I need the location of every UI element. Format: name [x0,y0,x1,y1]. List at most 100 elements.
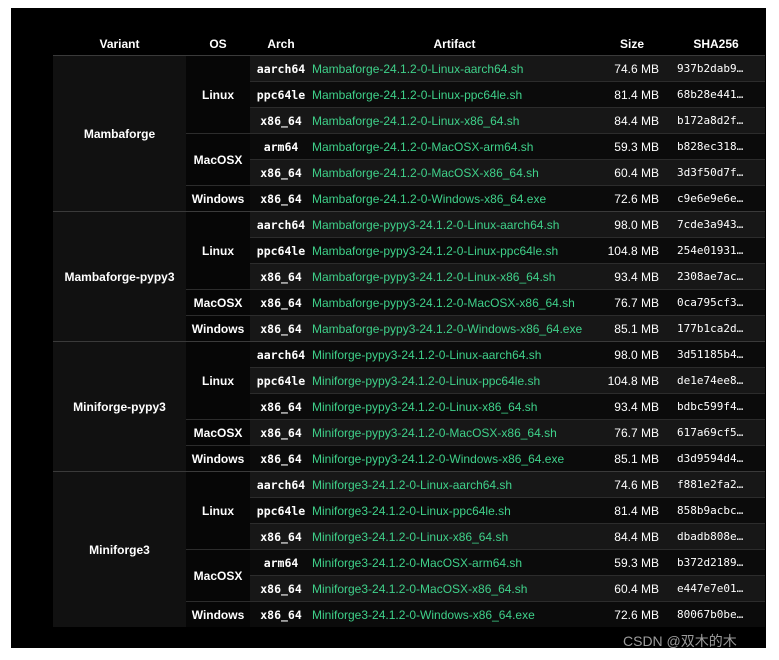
artifact-cell: Mambaforge-pypy3-24.1.2-0-Linux-ppc64le.… [312,237,597,264]
table-body: Mambaforge Linux aarch64 Mambaforge-24.1.2-… [53,55,765,627]
os-cell: Linux [186,341,250,420]
variant-cell: Miniforge-pypy3 [53,341,186,472]
os-cell: Windows [186,185,250,212]
size-cell: 74.6 MB [597,471,667,498]
artifact-link[interactable]: Mambaforge-pypy3-24.1.2-0-Linux-ppc64le.… [312,244,558,258]
artifact-link[interactable]: Mambaforge-pypy3-24.1.2-0-MacOSX-x86_64.… [312,296,575,310]
artifact-cell: Miniforge3-24.1.2-0-MacOSX-x86_64.sh [312,575,597,602]
size-cell: 76.7 MB [597,289,667,316]
size-cell: 74.6 MB [597,55,667,82]
size-cell: 81.4 MB [597,497,667,524]
sha256-cell: b372d2189… [667,549,765,576]
artifact-link[interactable]: Miniforge3-24.1.2-0-Windows-x86_64.exe [312,608,535,622]
arch-cell: x86_64 [250,419,312,446]
arch-cell: aarch64 [250,211,312,238]
sha256-cell: c9e6e9e6e… [667,185,765,212]
sha256-cell: 177b1ca2d… [667,315,765,342]
artifact-cell: Miniforge3-24.1.2-0-Windows-x86_64.exe [312,601,597,627]
os-cell: Linux [186,471,250,550]
artifact-link[interactable]: Mambaforge-pypy3-24.1.2-0-Linux-x86_64.s… [312,270,555,284]
size-cell: 98.0 MB [597,211,667,238]
variant-cell: Mambaforge [53,55,186,212]
os-cell: MacOSX [186,133,250,186]
sha256-cell: 858b9acbc… [667,497,765,524]
artifact-link[interactable]: Mambaforge-24.1.2-0-Windows-x86_64.exe [312,192,546,206]
artifact-link[interactable]: Mambaforge-pypy3-24.1.2-0-Linux-aarch64.… [312,218,559,232]
size-cell: 104.8 MB [597,237,667,264]
artifact-link[interactable]: Miniforge-pypy3-24.1.2-0-MacOSX-x86_64.s… [312,426,557,440]
size-cell: 104.8 MB [597,367,667,394]
artifact-link[interactable]: Miniforge3-24.1.2-0-Linux-ppc64le.sh [312,504,511,518]
artifact-link[interactable]: Mambaforge-24.1.2-0-Linux-aarch64.sh [312,62,523,76]
os-cell: MacOSX [186,289,250,316]
sha256-cell: 3d3f50d7f… [667,159,765,186]
header-size: Size [619,36,644,51]
arch-cell: x86_64 [250,601,312,627]
artifact-link[interactable]: Mambaforge-24.1.2-0-Linux-x86_64.sh [312,114,519,128]
artifact-cell: Miniforge-pypy3-24.1.2-0-Linux-aarch64.s… [312,341,597,368]
arch-cell: x86_64 [250,445,312,472]
sha256-cell: 68b28e441… [667,81,765,108]
arch-cell: x86_64 [250,107,312,134]
artifact-cell: Miniforge3-24.1.2-0-Linux-ppc64le.sh [312,497,597,524]
header-sha256: SHA256 [693,36,739,51]
sha256-cell: dbadb808e… [667,523,765,550]
artifact-link[interactable]: Miniforge3-24.1.2-0-MacOSX-x86_64.sh [312,582,527,596]
size-cell: 84.4 MB [597,107,667,134]
table-panel: Variant OS Arch Artifact Size SHA256 Mam… [11,8,766,648]
arch-cell: ppc64le [250,237,312,264]
sha256-cell: 0ca795cf3… [667,289,765,316]
sha256-cell: 2308ae7ac… [667,263,765,290]
os-cell: Windows [186,601,250,627]
sha256-cell: 617a69cf5… [667,419,765,446]
artifact-link[interactable]: Miniforge3-24.1.2-0-Linux-x86_64.sh [312,530,508,544]
artifact-link[interactable]: Miniforge3-24.1.2-0-Linux-aarch64.sh [312,478,512,492]
os-cell: Linux [186,211,250,290]
artifact-link[interactable]: Mambaforge-pypy3-24.1.2-0-Windows-x86_64… [312,322,582,336]
artifact-cell: Miniforge-pypy3-24.1.2-0-MacOSX-x86_64.s… [312,419,597,446]
artifact-cell: Mambaforge-24.1.2-0-Linux-x86_64.sh [312,107,597,134]
size-cell: 93.4 MB [597,263,667,290]
artifact-link[interactable]: Miniforge-pypy3-24.1.2-0-Windows-x86_64.… [312,452,564,466]
watermark: CSDN @双木的木 [623,633,737,649]
table-row: Mambaforge Linux aarch64 Mambaforge-24.1.2-… [53,55,765,212]
sha256-cell: 80067b0be… [667,601,765,627]
arch-cell: ppc64le [250,497,312,524]
os-cell: MacOSX [186,549,250,602]
sha256-cell: de1e74ee8… [667,367,765,394]
artifact-cell: Mambaforge-24.1.2-0-Linux-aarch64.sh [312,55,597,82]
arch-cell: aarch64 [250,471,312,498]
arch-cell: aarch64 [250,341,312,368]
artifact-link[interactable]: Mambaforge-24.1.2-0-Linux-ppc64le.sh [312,88,522,102]
size-cell: 98.0 MB [597,341,667,368]
artifact-cell: Miniforge-pypy3-24.1.2-0-Linux-ppc64le.s… [312,367,597,394]
table-row: Mambaforge-pypy3 Linux aarch64 Mambaforge-p… [53,211,765,342]
arch-cell: x86_64 [250,185,312,212]
sha256-cell: 937b2dab9… [667,55,765,82]
size-cell: 59.3 MB [597,549,667,576]
artifact-cell: Mambaforge-24.1.2-0-MacOSX-x86_64.sh [312,159,597,186]
artifact-link[interactable]: Miniforge3-24.1.2-0-MacOSX-arm64.sh [312,556,522,570]
sha256-cell: d3d9594d4… [667,445,765,472]
os-cell: Windows [186,315,250,342]
artifact-link[interactable]: Mambaforge-24.1.2-0-MacOSX-x86_64.sh [312,166,539,180]
artifact-link[interactable]: Miniforge-pypy3-24.1.2-0-Linux-aarch64.s… [312,348,541,362]
artifact-link[interactable]: Mambaforge-24.1.2-0-MacOSX-arm64.sh [312,140,533,154]
arch-cell: aarch64 [250,55,312,82]
arch-cell: x86_64 [250,289,312,316]
arch-cell: x86_64 [250,575,312,602]
artifact-cell: Mambaforge-24.1.2-0-Windows-x86_64.exe [312,185,597,212]
size-cell: 72.6 MB [597,185,667,212]
artifact-link[interactable]: Miniforge-pypy3-24.1.2-0-Linux-ppc64le.s… [312,374,540,388]
size-cell: 72.6 MB [597,601,667,627]
arch-cell: arm64 [250,133,312,160]
size-cell: 76.7 MB [597,419,667,446]
variant-cell: Miniforge3 [53,471,186,627]
artifact-cell: Miniforge3-24.1.2-0-MacOSX-arm64.sh [312,549,597,576]
sha256-cell: 3d51185b4… [667,341,765,368]
size-cell: 60.4 MB [597,159,667,186]
size-cell: 81.4 MB [597,81,667,108]
header-arch: Arch [267,36,295,51]
artifact-link[interactable]: Miniforge-pypy3-24.1.2-0-Linux-x86_64.sh [312,400,537,414]
os-cell: MacOSX [186,419,250,446]
